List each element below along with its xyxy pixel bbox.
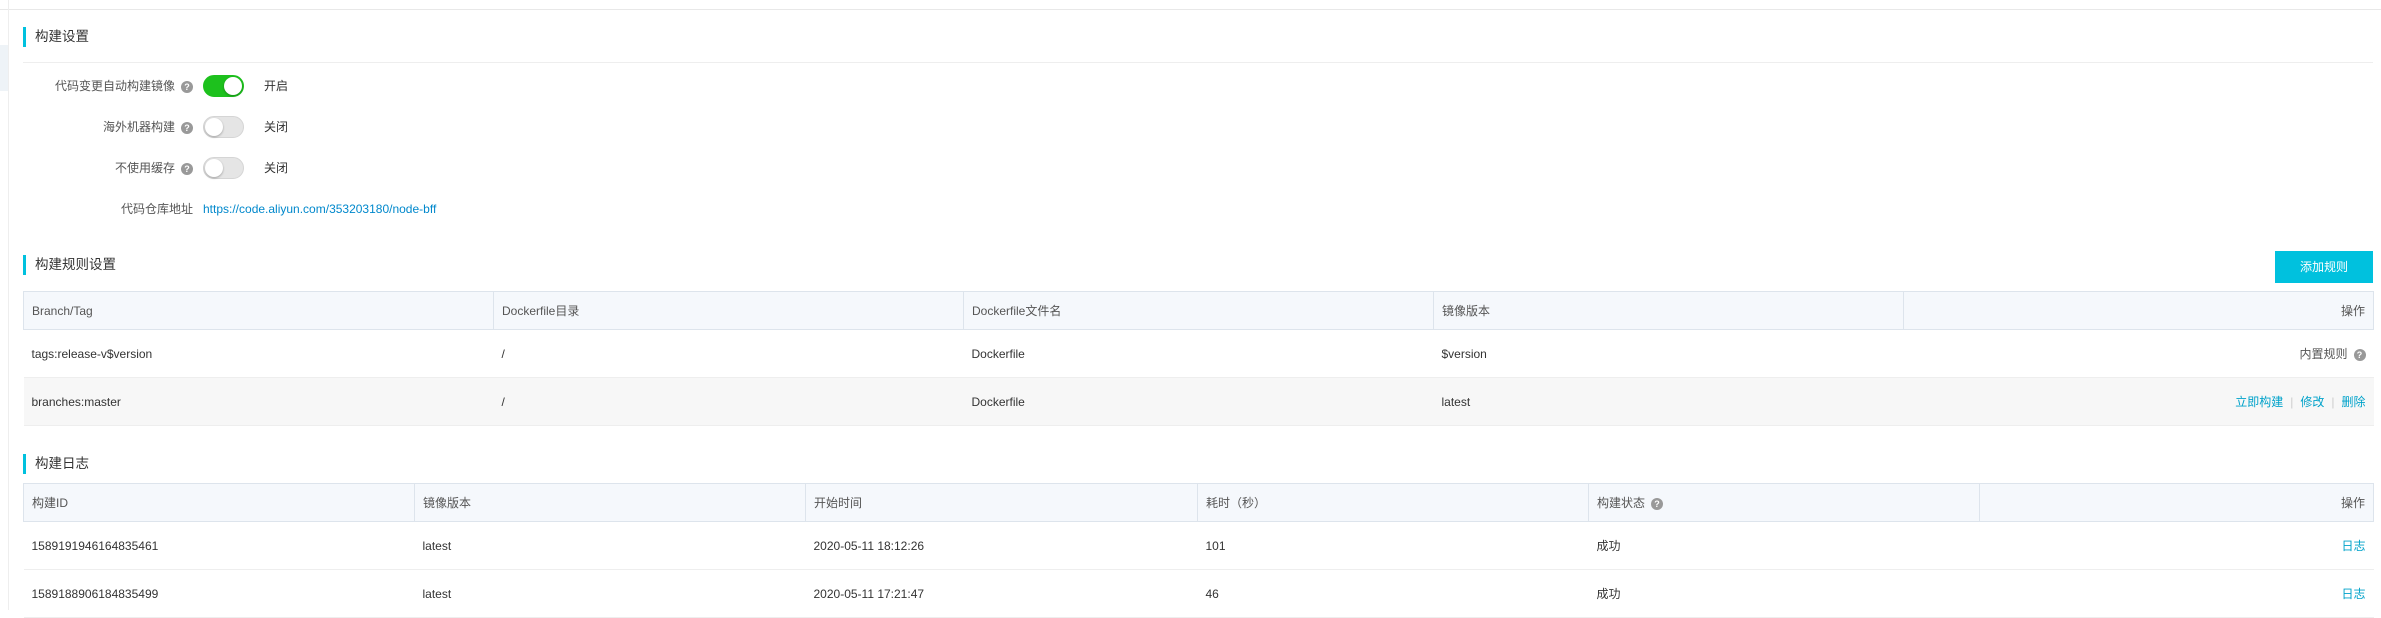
build-logs-title: 构建日志 xyxy=(23,454,89,474)
image-version-cell: $version xyxy=(1433,329,1904,378)
build-now-link[interactable]: 立即构建 xyxy=(2235,395,2283,409)
start-time-cell: 2020-05-11 18:12:26 xyxy=(805,521,1198,570)
repo-label: 代码仓库地址 xyxy=(120,202,193,216)
column-header: 操作 xyxy=(1979,483,2374,522)
table-row: 1589188906184835499 latest 2020-05-11 17… xyxy=(23,569,2374,618)
repo-url-link[interactable]: https://code.aliyun.com/353203180/node-b… xyxy=(203,197,436,221)
column-header: 镜像版本 xyxy=(414,483,806,522)
build-settings-title: 构建设置 xyxy=(23,27,89,47)
table-row: tags:release-v$version / Dockerfile $ver… xyxy=(23,329,2374,378)
dockerfile-dir-cell: / xyxy=(493,377,964,426)
separator: | xyxy=(2290,395,2294,409)
edit-link[interactable]: 修改 xyxy=(2300,395,2324,409)
help-icon[interactable]: ? xyxy=(1651,498,1664,510)
overseas-build-toggle[interactable] xyxy=(203,116,244,138)
actions-cell: 立即构建 | 修改 | 删除 xyxy=(1903,377,2374,426)
help-icon[interactable]: ? xyxy=(181,81,193,93)
help-icon[interactable]: ? xyxy=(2353,349,2366,361)
status-header-label: 构建状态 xyxy=(1597,496,1646,510)
left-divider xyxy=(8,0,9,610)
image-version-cell: latest xyxy=(1433,377,1904,426)
status-cell: 成功 xyxy=(1588,569,1980,618)
auto-build-label: 代码变更自动构建镜像 xyxy=(54,79,175,93)
auto-build-toggle[interactable] xyxy=(203,75,244,97)
separator: | xyxy=(2331,395,2335,409)
build-logs-table: 构建ID 镜像版本 开始时间 耗时（秒） 构建状态? 操作 1589191946… xyxy=(23,483,2374,618)
build-id-cell: 1589191946164835461 xyxy=(23,521,415,570)
column-header-status: 构建状态? xyxy=(1588,483,1980,522)
builtin-rule-label: 内置规则 xyxy=(2299,347,2348,361)
left-edge-marker xyxy=(0,45,8,91)
actions-cell: 内置规则? xyxy=(1903,329,2374,378)
status-cell: 成功 xyxy=(1588,521,1980,570)
table-row: branches:master / Dockerfile latest 立即构建… xyxy=(23,377,2374,426)
log-link[interactable]: 日志 xyxy=(2341,539,2365,553)
no-cache-toggle[interactable] xyxy=(203,157,244,179)
branch-tag-cell: tags:release-v$version xyxy=(23,329,494,378)
branch-tag-cell: branches:master xyxy=(23,377,494,426)
actions-cell: 日志 xyxy=(1979,569,2374,618)
column-header: 开始时间 xyxy=(805,483,1198,522)
help-icon[interactable]: ? xyxy=(181,163,193,175)
auto-build-label-wrap: 代码变更自动构建镜像? xyxy=(55,74,193,98)
overseas-build-state: 关闭 xyxy=(264,120,289,134)
column-header: 构建ID xyxy=(23,483,415,522)
no-cache-label: 不使用缓存 xyxy=(114,161,175,175)
toggle-knob xyxy=(224,77,242,95)
column-header: Dockerfile文件名 xyxy=(963,291,1434,330)
table-header-row: Branch/Tag Dockerfile目录 Dockerfile文件名 镜像… xyxy=(23,291,2374,330)
build-id-cell: 1589188906184835499 xyxy=(23,569,415,618)
delete-link[interactable]: 删除 xyxy=(2341,395,2365,409)
column-header: 操作 xyxy=(1903,291,2374,330)
dockerfile-name-cell: Dockerfile xyxy=(963,329,1434,378)
column-header: 耗时（秒） xyxy=(1197,483,1589,522)
log-link[interactable]: 日志 xyxy=(2341,587,2365,601)
image-version-cell: latest xyxy=(414,521,806,570)
auto-build-state: 开启 xyxy=(264,79,289,93)
overseas-build-label: 海外机器构建 xyxy=(102,120,175,134)
overseas-build-label-wrap: 海外机器构建? xyxy=(103,115,193,139)
actions-cell: 日志 xyxy=(1979,521,2374,570)
build-rules-table: Branch/Tag Dockerfile目录 Dockerfile文件名 镜像… xyxy=(23,291,2374,426)
table-row: 1589191946164835461 latest 2020-05-11 18… xyxy=(23,521,2374,570)
column-header: Dockerfile目录 xyxy=(493,291,964,330)
no-cache-state: 关闭 xyxy=(264,161,289,175)
start-time-cell: 2020-05-11 17:21:47 xyxy=(805,569,1198,618)
image-version-cell: latest xyxy=(414,569,806,618)
overseas-build-row: 海外机器构建? 关闭 xyxy=(23,115,823,139)
table-header-row: 构建ID 镜像版本 开始时间 耗时（秒） 构建状态? 操作 xyxy=(23,483,2374,522)
toggle-knob xyxy=(205,159,223,177)
column-header: 镜像版本 xyxy=(1433,291,1904,330)
no-cache-label-wrap: 不使用缓存? xyxy=(115,156,193,180)
duration-cell: 101 xyxy=(1197,521,1589,570)
dockerfile-dir-cell: / xyxy=(493,329,964,378)
section-divider xyxy=(23,62,2373,63)
column-header: Branch/Tag xyxy=(23,291,494,330)
toggle-knob xyxy=(205,118,223,136)
dockerfile-name-cell: Dockerfile xyxy=(963,377,1434,426)
auto-build-row: 代码变更自动构建镜像? 开启 xyxy=(23,74,823,98)
top-divider xyxy=(0,9,2381,10)
build-rules-title: 构建规则设置 xyxy=(23,255,116,275)
add-rule-button[interactable]: 添加规则 xyxy=(2275,251,2373,283)
repo-row: 代码仓库地址 https://code.aliyun.com/353203180… xyxy=(23,197,823,221)
no-cache-row: 不使用缓存? 关闭 xyxy=(23,156,823,180)
duration-cell: 46 xyxy=(1197,569,1589,618)
help-icon[interactable]: ? xyxy=(181,122,193,134)
